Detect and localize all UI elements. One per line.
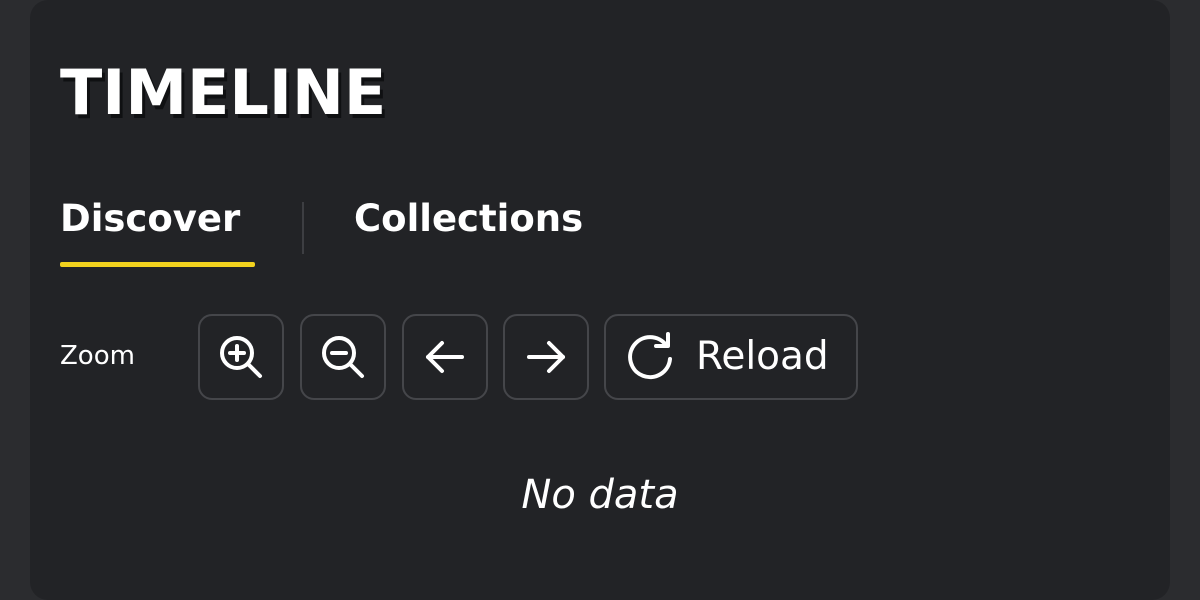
active-tab-indicator [60, 262, 255, 267]
arrow-right-icon [521, 332, 571, 382]
pan-left-button[interactable] [402, 314, 488, 400]
zoom-in-icon [216, 332, 266, 382]
tab-bar: Discover Collections [60, 190, 760, 270]
reload-icon [622, 329, 678, 385]
empty-state-message: No data [521, 472, 679, 518]
tab-discover[interactable]: Discover [60, 194, 240, 244]
tab-divider [302, 202, 304, 254]
pan-right-button[interactable] [503, 314, 589, 400]
zoom-out-icon [318, 332, 368, 382]
arrow-left-icon [420, 332, 470, 382]
reload-label: Reload [696, 334, 829, 379]
page-title: TIMELINE [60, 56, 387, 129]
tab-collections[interactable]: Collections [354, 194, 583, 244]
reload-button[interactable]: Reload [604, 314, 858, 400]
zoom-label: Zoom [60, 341, 135, 371]
zoom-in-button[interactable] [198, 314, 284, 400]
zoom-out-button[interactable] [300, 314, 386, 400]
